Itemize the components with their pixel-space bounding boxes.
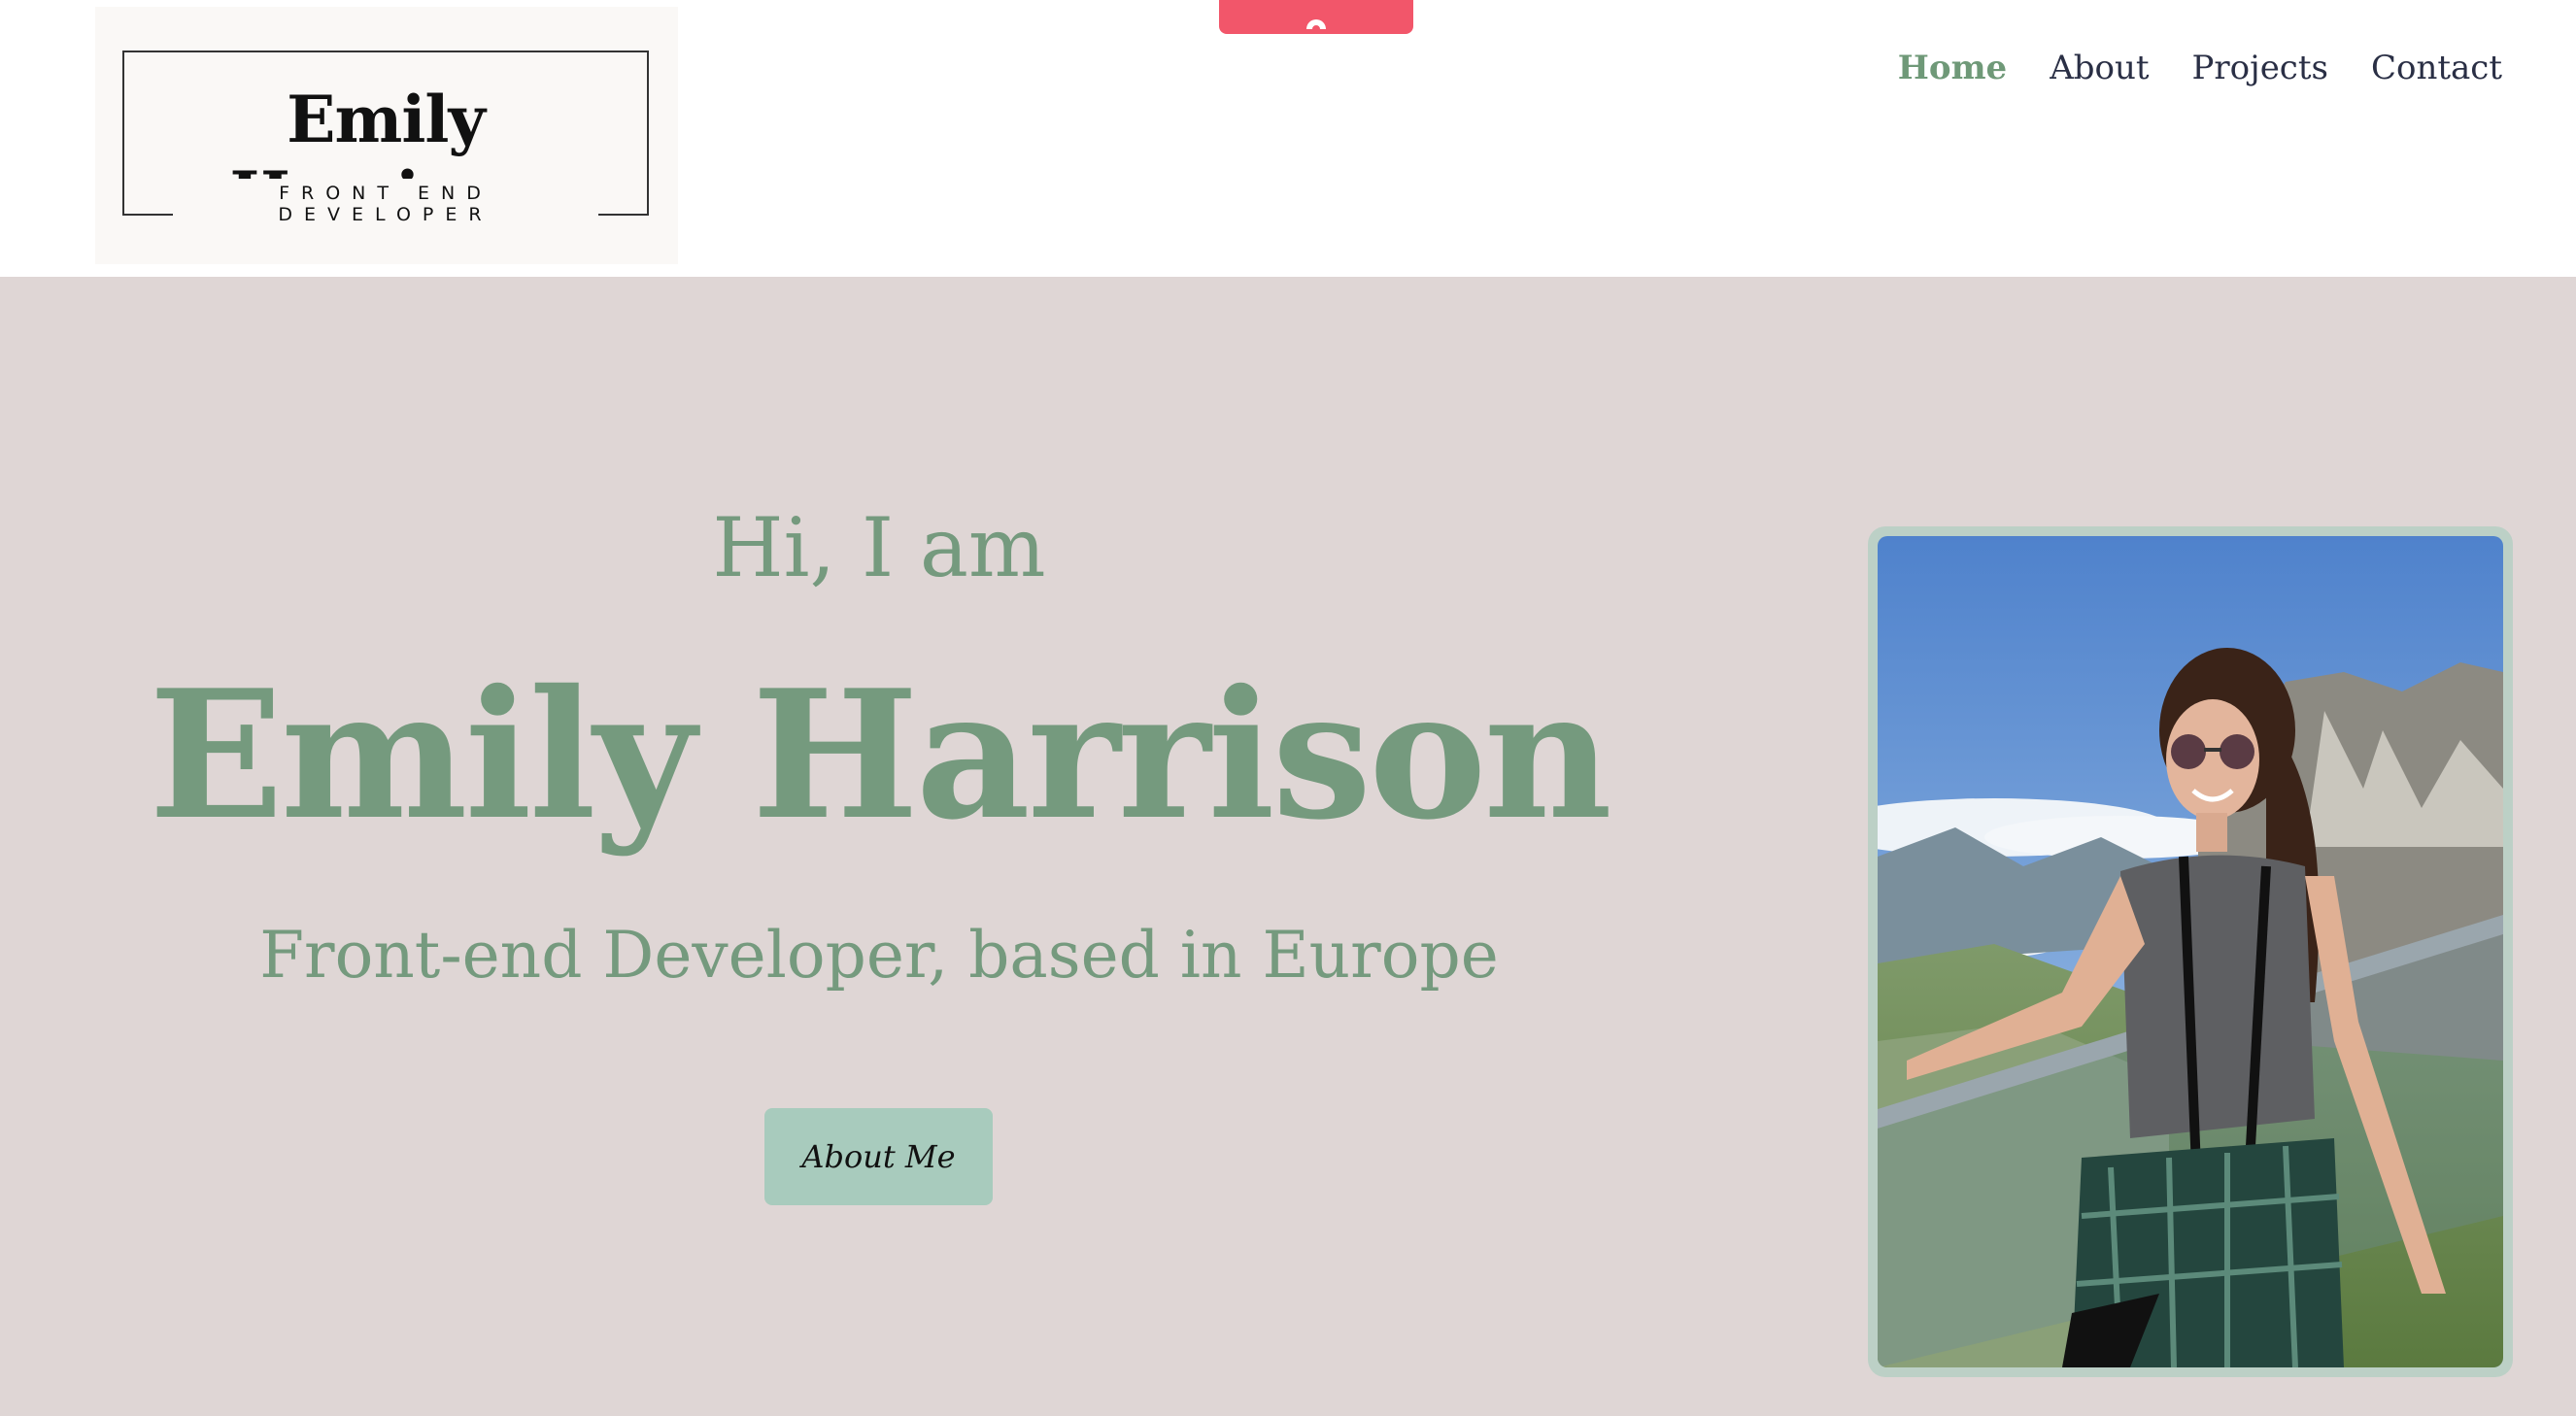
- scroll-top-tab[interactable]: [1219, 0, 1413, 34]
- hero-name: Emily Harrison: [149, 651, 1612, 859]
- nav-item-contact[interactable]: Contact: [2371, 49, 2502, 87]
- logo-subtitle: FRONT END DEVELOPER: [173, 179, 598, 229]
- site-header: Emily Harrison FRONT END DEVELOPER Home …: [0, 0, 2576, 277]
- about-me-button[interactable]: About Me: [764, 1108, 993, 1205]
- logo-frame: Emily Harrison FRONT END DEVELOPER: [122, 51, 649, 233]
- nav-item-about[interactable]: About: [2050, 49, 2149, 87]
- profile-photo-frame: [1868, 526, 2513, 1377]
- hero-section: Hi, I am Emily Harrison Front-end Develo…: [0, 277, 2576, 1416]
- nav-item-home[interactable]: Home: [1898, 49, 2007, 87]
- main-nav: Home About Projects Contact: [1898, 49, 2502, 87]
- profile-photo: [1878, 536, 2503, 1367]
- hero-tagline: Front-end Developer, based in Europe: [259, 918, 1499, 993]
- hero-greeting: Hi, I am: [712, 500, 1046, 595]
- logo[interactable]: Emily Harrison FRONT END DEVELOPER: [95, 7, 678, 264]
- nav-item-projects[interactable]: Projects: [2192, 49, 2328, 87]
- chevron-up-icon: [1306, 19, 1326, 29]
